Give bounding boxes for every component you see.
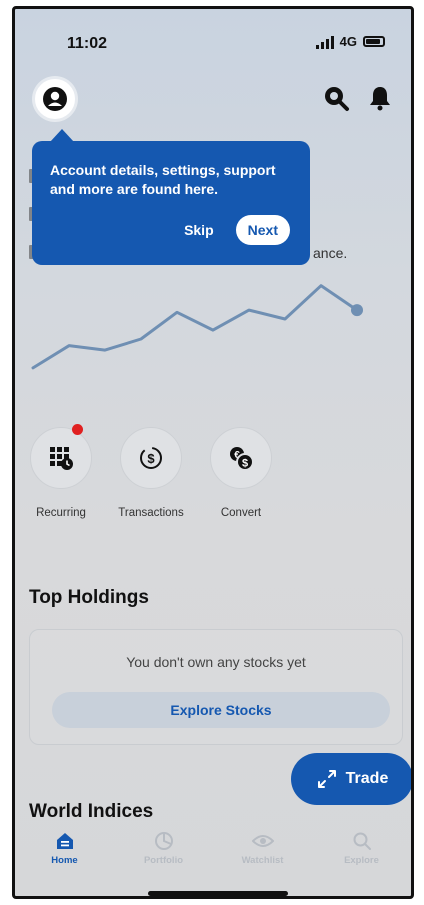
transactions-icon: $	[140, 447, 162, 469]
convert-icon: € $	[230, 447, 254, 471]
tab-portfolio-label: Portfolio	[143, 855, 184, 866]
recurring-button[interactable]: Recurring	[25, 424, 97, 519]
notifications-button[interactable]	[365, 83, 395, 113]
chart-end-point	[351, 304, 363, 317]
convert-label: Convert	[220, 507, 262, 519]
transactions-button[interactable]: $ Transactions	[115, 427, 187, 519]
explore-stocks-button[interactable]: Explore Stocks	[52, 692, 390, 728]
tab-portfolio[interactable]: Portfolio	[114, 831, 213, 881]
status-bar: 11:02 4G	[15, 9, 411, 69]
home-icon	[56, 833, 73, 849]
bottom-tab-bar: Home Portfolio Watchlist Explore	[15, 831, 411, 881]
battery-icon	[363, 36, 385, 47]
holdings-empty-text: You don't own any stocks yet	[126, 654, 306, 670]
arrows-diagonal-icon	[317, 770, 336, 788]
user-icon	[43, 87, 67, 111]
tab-watchlist-label: Watchlist	[241, 855, 284, 866]
next-button[interactable]: Next	[235, 215, 290, 245]
tab-watchlist[interactable]: Watchlist	[213, 831, 312, 881]
svg-text:$: $	[147, 451, 155, 466]
quick-actions: Recurring $ Transactions € $ Convert	[25, 424, 277, 519]
top-holdings-title: Top Holdings	[29, 587, 149, 608]
home-indicator	[148, 891, 288, 896]
chat-search-icon	[325, 87, 349, 111]
world-indices-title: World Indices	[29, 801, 154, 822]
convert-circle: € $	[210, 427, 272, 489]
tooltip-actions: Skip Next	[184, 215, 290, 245]
obscured-text-tail: ance.	[313, 245, 348, 261]
trade-label: Trade	[345, 770, 389, 787]
recurring-label: Recurring	[36, 507, 86, 519]
explore-icon	[353, 832, 371, 850]
signal-icon	[315, 35, 334, 49]
performance-chart	[31, 284, 363, 370]
recurring-icon	[50, 447, 73, 470]
support-chat-button[interactable]	[321, 83, 351, 113]
status-time: 11:02	[67, 35, 108, 52]
tab-explore[interactable]: Explore	[312, 831, 411, 881]
status-indicators: 4G	[315, 34, 385, 49]
account-avatar-button[interactable]	[35, 79, 75, 119]
onboarding-tooltip: Account details, settings, support and m…	[32, 129, 310, 265]
convert-button[interactable]: € $ Convert	[205, 427, 277, 519]
chart-series-line	[31, 284, 359, 370]
watchlist-icon	[251, 835, 274, 847]
transactions-label: Transactions	[118, 507, 184, 519]
skip-button[interactable]: Skip	[184, 222, 214, 238]
holdings-card: You don't own any stocks yet Explore Sto…	[29, 629, 403, 745]
tab-explore-label: Explore	[344, 855, 379, 866]
portfolio-icon	[154, 832, 173, 850]
svg-text:$: $	[242, 458, 248, 470]
bell-icon	[370, 87, 390, 111]
recurring-circle	[30, 424, 92, 489]
tab-home[interactable]: Home	[15, 831, 114, 881]
phone-screen: 11:02 4G ance. Account details, settings…	[12, 6, 414, 899]
trade-button[interactable]: Trade	[291, 753, 411, 805]
transactions-circle: $	[120, 427, 182, 489]
tooltip-message: Account details, settings, support and m…	[50, 162, 276, 197]
notification-dot	[72, 424, 83, 435]
tab-home-label: Home	[51, 855, 78, 866]
network-type: 4G	[339, 34, 357, 49]
